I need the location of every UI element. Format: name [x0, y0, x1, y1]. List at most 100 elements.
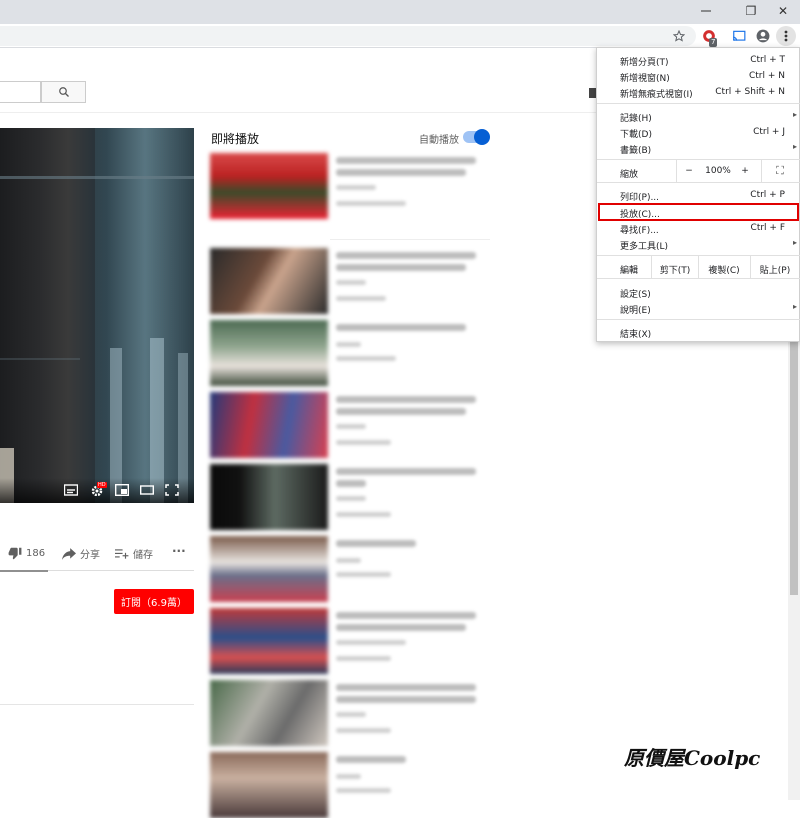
menu-item-shortcut: Ctrl + N: [748, 71, 785, 81]
menu-item-shortcut: Ctrl + P: [750, 190, 785, 200]
video-title-line: [336, 540, 416, 547]
zoom-in-button[interactable]: +: [737, 166, 753, 176]
autoplay-label: 自動播放: [419, 135, 459, 146]
minimize-icon: [701, 10, 711, 12]
recommended-video[interactable]: [210, 392, 490, 458]
video-frame-shelf: [0, 358, 80, 360]
video-title-line: [336, 684, 476, 691]
recommended-video[interactable]: [210, 536, 490, 602]
fullscreen-menu-button[interactable]: ⛶: [771, 164, 789, 178]
video-thumbnail: [210, 392, 328, 458]
menu-item-new-incognito-window[interactable]: 新增無痕式視窗(I) Ctrl + Shift + N: [597, 84, 800, 100]
menu-item-more-tools[interactable]: 更多工具(L) ▸: [597, 236, 800, 252]
subtitles-icon[interactable]: [64, 484, 78, 496]
share-label: 分享: [80, 550, 100, 561]
dislike-button[interactable]: 186: [8, 546, 45, 560]
menu-item-exit[interactable]: 結束(X): [597, 324, 800, 340]
video-title-line: [336, 696, 476, 703]
menu-item-new-window[interactable]: 新增視窗(N) Ctrl + N: [597, 68, 800, 84]
menu-item-help[interactable]: 說明(E) ▸: [597, 300, 800, 316]
menu-item-shortcut: Ctrl + T: [750, 55, 785, 65]
search-input[interactable]: [0, 81, 41, 103]
video-meta-line: [336, 424, 366, 429]
recommended-video[interactable]: [210, 464, 490, 530]
page-scrollbar-thumb[interactable]: [790, 330, 798, 595]
video-frame-shelf: [0, 176, 194, 179]
minimize-button[interactable]: [690, 0, 722, 22]
video-title-line: [336, 612, 476, 619]
video-meta-line: [336, 356, 396, 361]
more-actions-button[interactable]: ···: [172, 544, 186, 558]
save-label: 儲存: [133, 550, 153, 561]
sentiment-bar: [0, 570, 48, 572]
menu-separator: [597, 319, 800, 320]
zoom-out-button[interactable]: −: [681, 166, 697, 176]
watermark-logo: 原價屋Coolpc: [624, 746, 761, 770]
menu-separator: [597, 182, 800, 183]
menu-item-bookmarks[interactable]: 書籤(B) ▸: [597, 140, 800, 156]
header-icon-partial[interactable]: [589, 88, 596, 98]
cast-icon: [733, 30, 746, 41]
section-divider: [0, 704, 194, 705]
copy-button[interactable]: 複製(C): [699, 263, 749, 276]
recommended-video[interactable]: [210, 680, 490, 746]
fullscreen-icon[interactable]: [165, 484, 179, 496]
video-thumbnail: [210, 248, 328, 314]
video-title-line: [336, 157, 476, 164]
video-thumbnail: [210, 464, 328, 530]
menu-item-shortcut: Ctrl + F: [750, 223, 785, 233]
theater-icon[interactable]: [140, 484, 154, 496]
profile-button[interactable]: [753, 26, 773, 46]
close-icon: ✕: [777, 4, 789, 18]
cut-button[interactable]: 剪下(T): [653, 263, 697, 276]
menu-item-find[interactable]: 尋找(F)... Ctrl + F: [597, 220, 800, 236]
chrome-menu-button[interactable]: [776, 26, 796, 46]
video-meta-line: [336, 496, 366, 501]
autoplay-toggle-knob[interactable]: [474, 129, 490, 145]
menu-item-history[interactable]: 記錄(H) ▸: [597, 108, 800, 124]
subscribe-button[interactable]: 訂閱（6.9萬）: [114, 589, 194, 614]
cast-highlight-box: [598, 203, 799, 221]
edit-divider: [651, 256, 652, 278]
zoom-divider: [761, 160, 762, 182]
extension-badge: 7: [709, 38, 718, 47]
recommended-video[interactable]: [210, 320, 490, 386]
paste-button[interactable]: 貼上(P): [751, 263, 799, 276]
video-meta-line: [336, 712, 366, 717]
kebab-menu-icon: [784, 30, 788, 42]
video-player[interactable]: [0, 128, 194, 503]
menu-item-settings[interactable]: 設定(S): [597, 284, 800, 300]
menu-item-label: 新增視窗(N): [620, 74, 670, 84]
video-meta-line: [336, 185, 376, 190]
share-button[interactable]: 分享: [62, 546, 100, 561]
up-next-title: 即將播放: [211, 132, 260, 146]
hd-badge: HD: [97, 482, 107, 488]
video-title-line: [336, 169, 466, 176]
close-window-button[interactable]: ✕: [767, 0, 799, 22]
zoom-label: 縮放: [620, 170, 639, 180]
video-meta-line: [336, 296, 386, 301]
menu-item-label: 尋找(F)...: [620, 226, 659, 236]
submenu-arrow-icon: ▸: [792, 302, 797, 311]
chrome-main-menu: 新增分頁(T) Ctrl + T 新增視窗(N) Ctrl + N 新增無痕式視…: [596, 47, 800, 342]
menu-item-new-tab[interactable]: 新增分頁(T) Ctrl + T: [597, 52, 800, 68]
submenu-arrow-icon: ▸: [792, 142, 797, 151]
zoom-divider: [676, 160, 677, 182]
address-bar[interactable]: [0, 26, 696, 46]
miniplayer-icon[interactable]: [115, 484, 129, 496]
menu-item-print[interactable]: 列印(P)... Ctrl + P: [597, 187, 800, 203]
menu-item-label: 說明(E): [620, 306, 651, 316]
cast-button[interactable]: [729, 26, 749, 46]
recommended-video[interactable]: [210, 248, 490, 314]
recommended-video[interactable]: [210, 153, 490, 219]
menu-item-downloads[interactable]: 下載(D) Ctrl + J: [597, 124, 800, 140]
recommended-video[interactable]: [210, 752, 490, 818]
save-button[interactable]: 儲存: [115, 546, 153, 561]
bookmark-star-button[interactable]: [669, 26, 689, 46]
video-thumbnail: [210, 536, 328, 602]
search-button[interactable]: [41, 81, 86, 103]
title-bar: [0, 0, 800, 24]
menu-item-label: 下載(D): [620, 130, 652, 140]
restore-button[interactable]: ❐: [735, 0, 767, 22]
recommended-video[interactable]: [210, 608, 490, 674]
